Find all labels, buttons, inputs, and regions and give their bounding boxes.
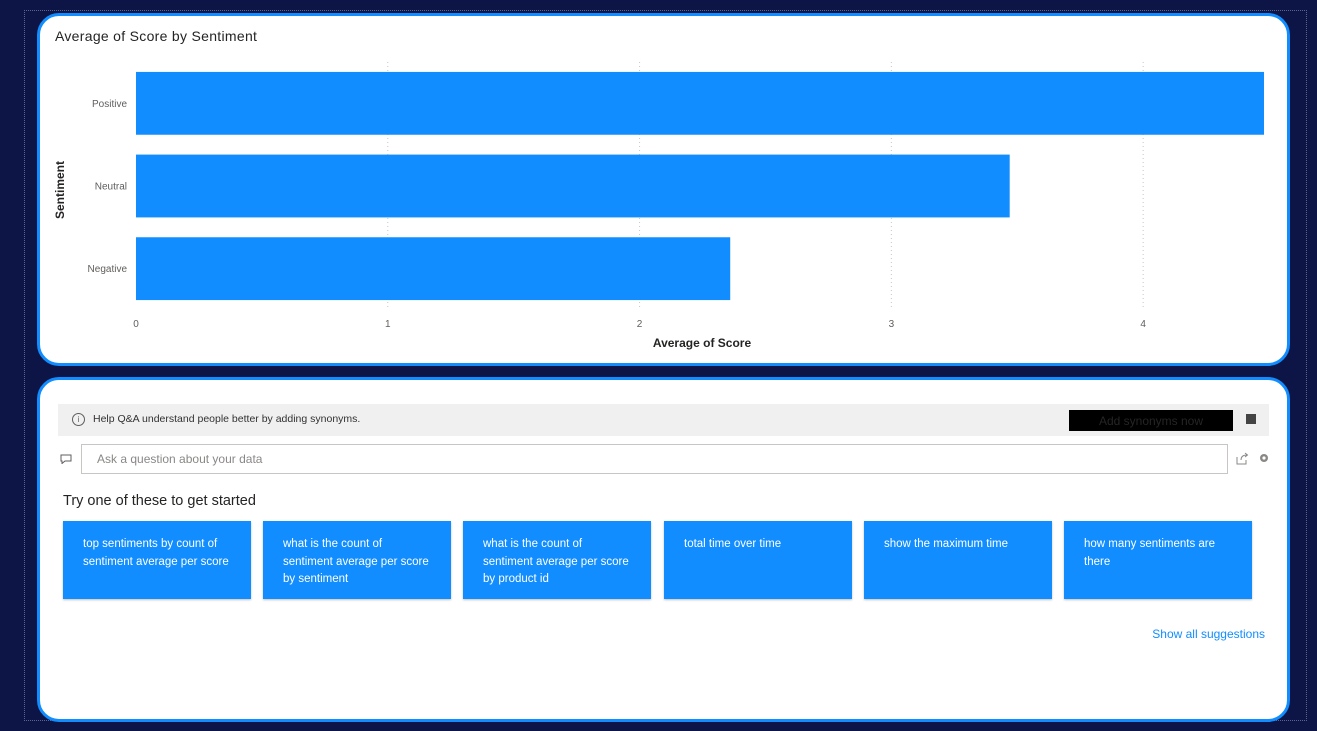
share-icon[interactable] xyxy=(1236,452,1249,465)
x-tick-label: 0 xyxy=(133,319,139,330)
bar-positive xyxy=(136,71,1264,135)
question-input[interactable] xyxy=(81,444,1228,474)
suggestion-card[interactable]: what is the count of sentiment average p… xyxy=(263,521,451,599)
suggestions-heading: Try one of these to get started xyxy=(63,493,256,509)
bar-chart-visual[interactable]: Average of Score by Sentiment 0 1 2 3 4 Posit… xyxy=(37,13,1290,366)
bar-neutral xyxy=(136,154,1010,218)
x-tick-label: 3 xyxy=(889,319,895,330)
x-axis-title: Average of Score xyxy=(653,336,752,350)
suggestion-card[interactable]: show the maximum time xyxy=(864,521,1052,599)
chart-plot: 0 1 2 3 4 Positive Neutral Negative Average of S… xyxy=(53,62,1264,350)
y-axis-title: Sentiment xyxy=(53,161,67,219)
show-all-suggestions-link[interactable]: Show all suggestions xyxy=(1152,627,1265,641)
y-tick-label: Negative xyxy=(88,264,128,275)
x-tick-label: 2 xyxy=(637,319,643,330)
y-tick-label: Positive xyxy=(92,99,127,110)
synonyms-banner: i Help Q&A understand people better by a… xyxy=(58,404,1269,436)
x-tick-label: 1 xyxy=(385,319,391,330)
suggestions-list: top sentiments by count of sentiment ave… xyxy=(63,521,1255,599)
x-tick-label: 4 xyxy=(1140,319,1146,330)
qa-visual[interactable]: i Help Q&A understand people better by a… xyxy=(37,377,1290,722)
y-tick-label: Neutral xyxy=(95,182,127,193)
gear-icon[interactable] xyxy=(1259,453,1269,463)
add-synonyms-button[interactable]: Add synonyms now xyxy=(1069,410,1233,431)
suggestion-card[interactable]: total time over time xyxy=(664,521,852,599)
suggestion-card[interactable]: top sentiments by count of sentiment ave… xyxy=(63,521,251,599)
suggestion-card[interactable]: how many sentiments are there xyxy=(1064,521,1252,599)
suggestion-card[interactable]: what is the count of sentiment average p… xyxy=(463,521,651,599)
bar-negative xyxy=(136,237,731,301)
info-icon: i xyxy=(72,413,85,426)
chat-icon xyxy=(60,454,72,464)
close-icon[interactable] xyxy=(1246,414,1256,424)
banner-text: Help Q&A understand people better by add… xyxy=(93,413,361,425)
